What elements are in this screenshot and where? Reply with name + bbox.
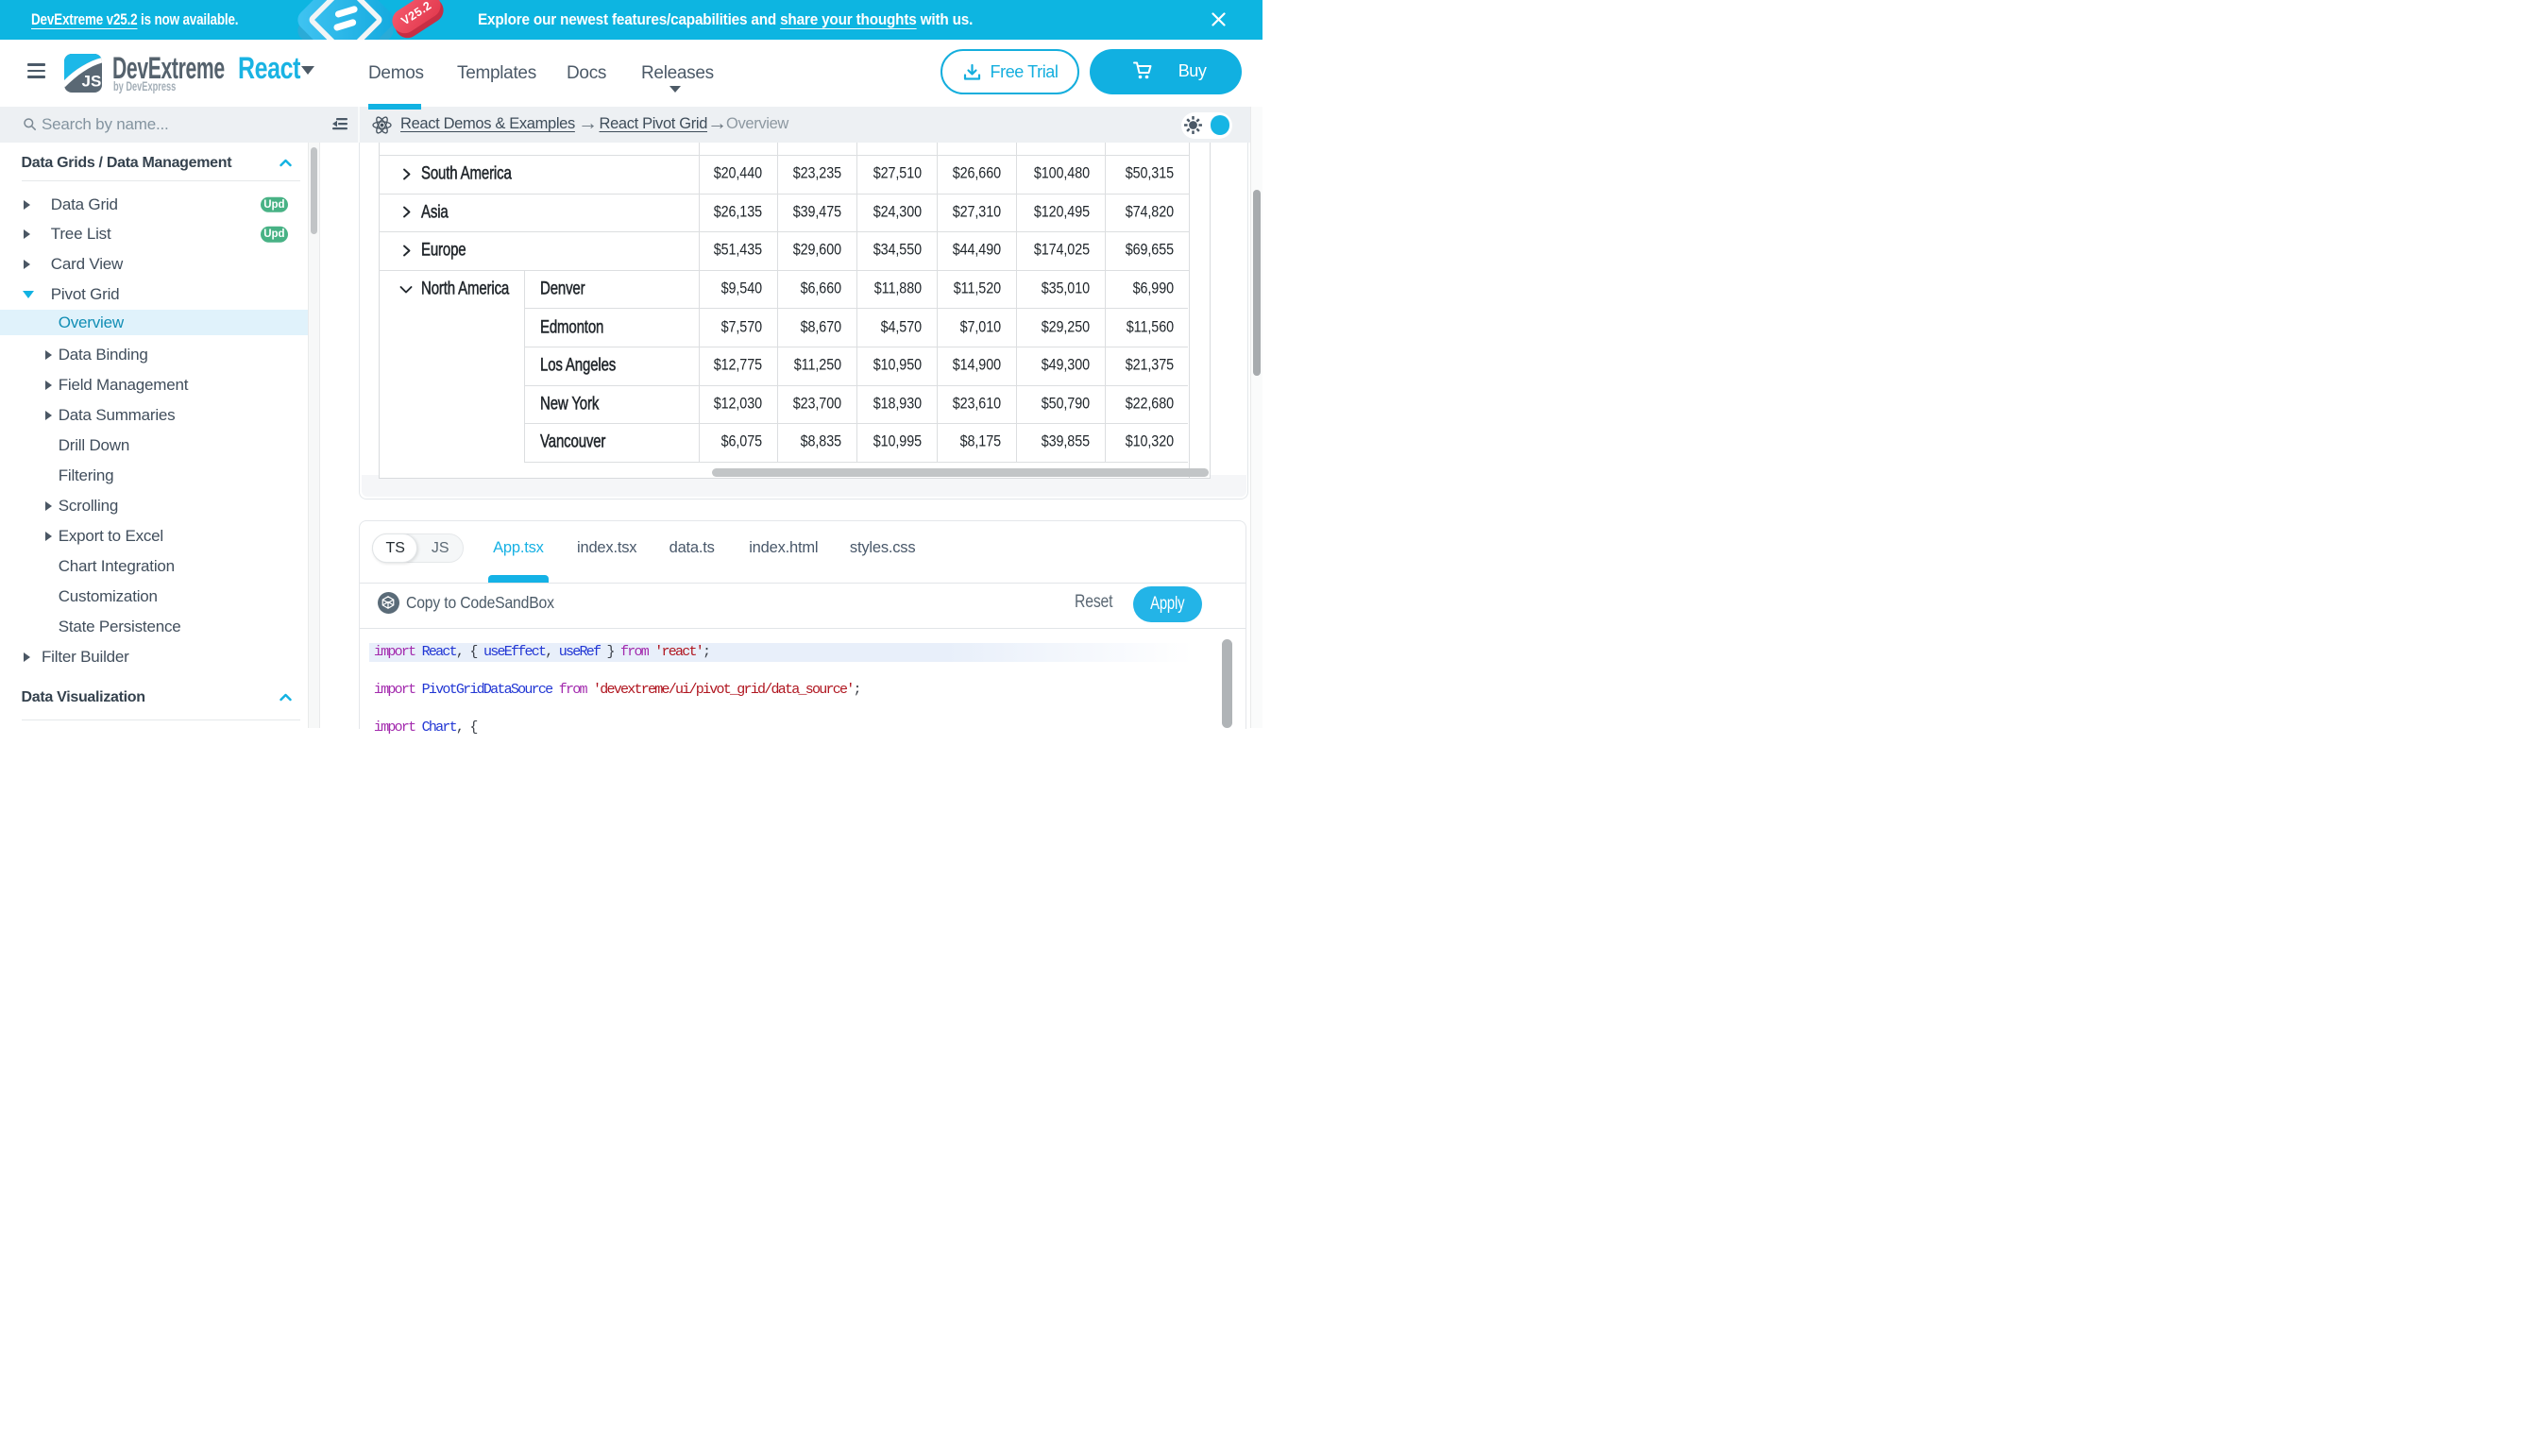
svg-text:JS: JS: [82, 73, 102, 91]
